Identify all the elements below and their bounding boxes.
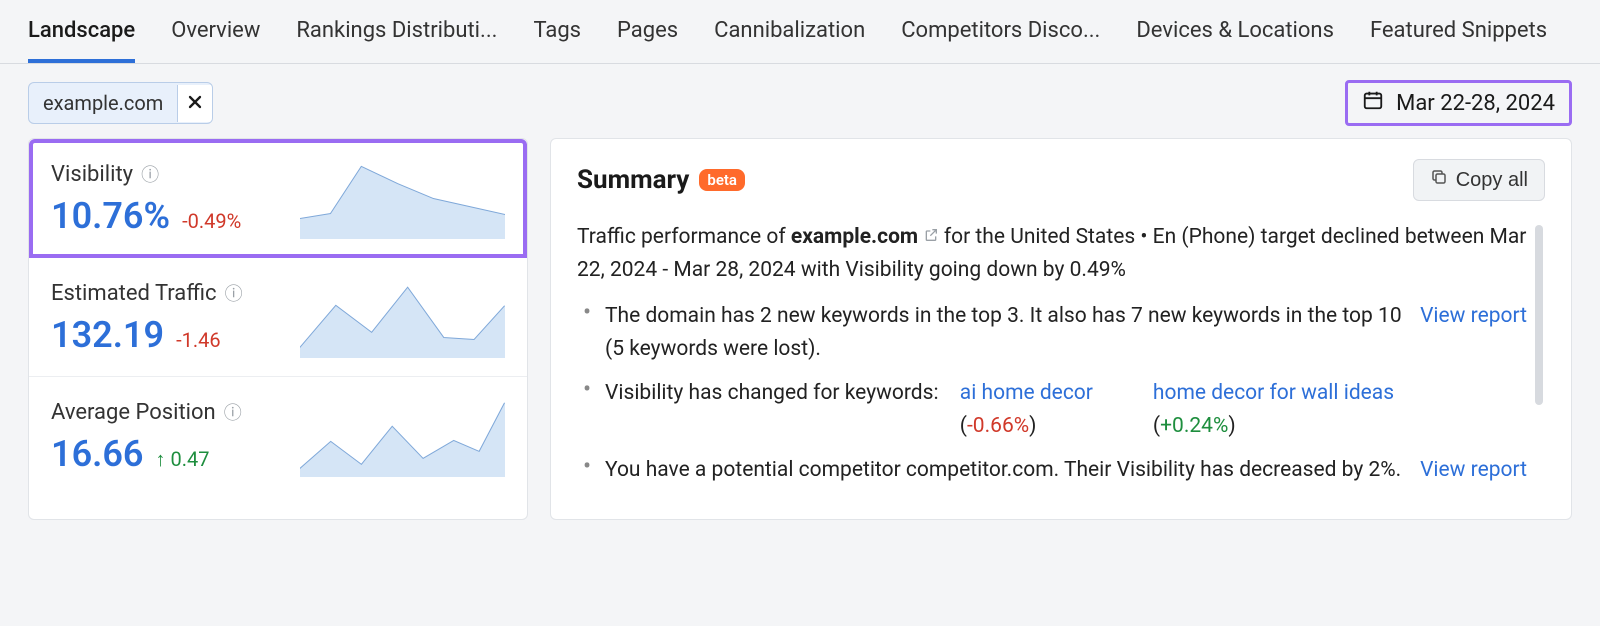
metric-value: 10.76%	[51, 195, 170, 237]
filters-row: example.com Mar 22-28, 2024	[0, 64, 1600, 138]
copy-label: Copy all	[1456, 169, 1528, 192]
date-range-label: Mar 22-28, 2024	[1396, 91, 1555, 116]
summary-body: Traffic performance of example.com for t…	[577, 221, 1545, 487]
metrics-panel: Visibility ⓘ 10.76% -0.49%	[28, 138, 528, 520]
summary-panel: Summary beta Copy all Traffic performanc…	[550, 138, 1572, 520]
summary-title: Summary	[577, 165, 689, 195]
tab-pages[interactable]: Pages	[617, 18, 678, 63]
keyword-link[interactable]: home decor for wall ideas	[1153, 381, 1394, 405]
metric-estimated-traffic[interactable]: Estimated Traffic ⓘ 132.19 -1.46	[29, 258, 527, 377]
metric-title-label: Estimated Traffic	[51, 281, 217, 306]
tabs-bar: Landscape Overview Rankings Distributi..…	[0, 0, 1600, 64]
summary-bullet-visibility-keywords: Visibility has changed for keywords: ai …	[583, 377, 1527, 442]
metric-visibility[interactable]: Visibility ⓘ 10.76% -0.49%	[29, 139, 527, 258]
metric-delta: -1.46	[176, 328, 221, 352]
domain-filter-chip[interactable]: example.com	[28, 82, 213, 124]
sparkline	[300, 278, 505, 358]
info-icon[interactable]: ⓘ	[225, 280, 243, 306]
metric-average-position[interactable]: Average Position ⓘ 16.66 ↑ 0.47	[29, 377, 527, 495]
sparkline	[300, 397, 505, 477]
info-icon[interactable]: ⓘ	[224, 399, 242, 425]
view-report-link[interactable]: View report	[1420, 454, 1527, 487]
metric-value: 132.19	[51, 314, 164, 356]
calendar-icon	[1362, 89, 1384, 117]
beta-badge: beta	[699, 169, 745, 191]
tab-rankings-distribution[interactable]: Rankings Distributi...	[296, 18, 497, 63]
keyword-link[interactable]: ai home decor	[960, 381, 1093, 405]
metric-delta: ↑ 0.47	[156, 447, 210, 472]
close-icon[interactable]	[177, 85, 212, 122]
view-report-link[interactable]: View report	[1420, 300, 1527, 333]
tab-devices-locations[interactable]: Devices & Locations	[1136, 18, 1334, 63]
sparkline	[300, 159, 505, 239]
metric-title-label: Average Position	[51, 400, 216, 425]
info-icon[interactable]: ⓘ	[141, 161, 159, 187]
domain-filter-label: example.com	[29, 83, 177, 123]
copy-icon	[1430, 168, 1448, 192]
tab-featured-snippets[interactable]: Featured Snippets	[1370, 18, 1547, 63]
metric-title-label: Visibility	[51, 162, 133, 187]
summary-intro: Traffic performance of example.com for t…	[577, 221, 1527, 286]
keyword-delta: -0.66%	[967, 414, 1029, 438]
tab-competitors-discovery[interactable]: Competitors Disco...	[901, 18, 1100, 63]
tab-overview[interactable]: Overview	[171, 18, 260, 63]
metric-value: 16.66	[51, 433, 144, 475]
summary-bullet-keywords: View report The domain has 2 new keyword…	[583, 300, 1527, 365]
content-area: Visibility ⓘ 10.76% -0.49%	[0, 138, 1600, 520]
tab-landscape[interactable]: Landscape	[28, 18, 135, 63]
scrollbar[interactable]	[1535, 225, 1543, 405]
metric-delta: -0.49%	[182, 209, 241, 233]
external-link-icon[interactable]	[923, 227, 943, 248]
date-range-picker[interactable]: Mar 22-28, 2024	[1345, 80, 1572, 126]
copy-all-button[interactable]: Copy all	[1413, 159, 1545, 201]
summary-bullet-competitor: View report You have a potential competi…	[583, 454, 1527, 487]
keyword-delta: +0.24%	[1160, 414, 1228, 438]
tab-cannibalization[interactable]: Cannibalization	[714, 18, 865, 63]
tab-tags[interactable]: Tags	[533, 18, 581, 63]
